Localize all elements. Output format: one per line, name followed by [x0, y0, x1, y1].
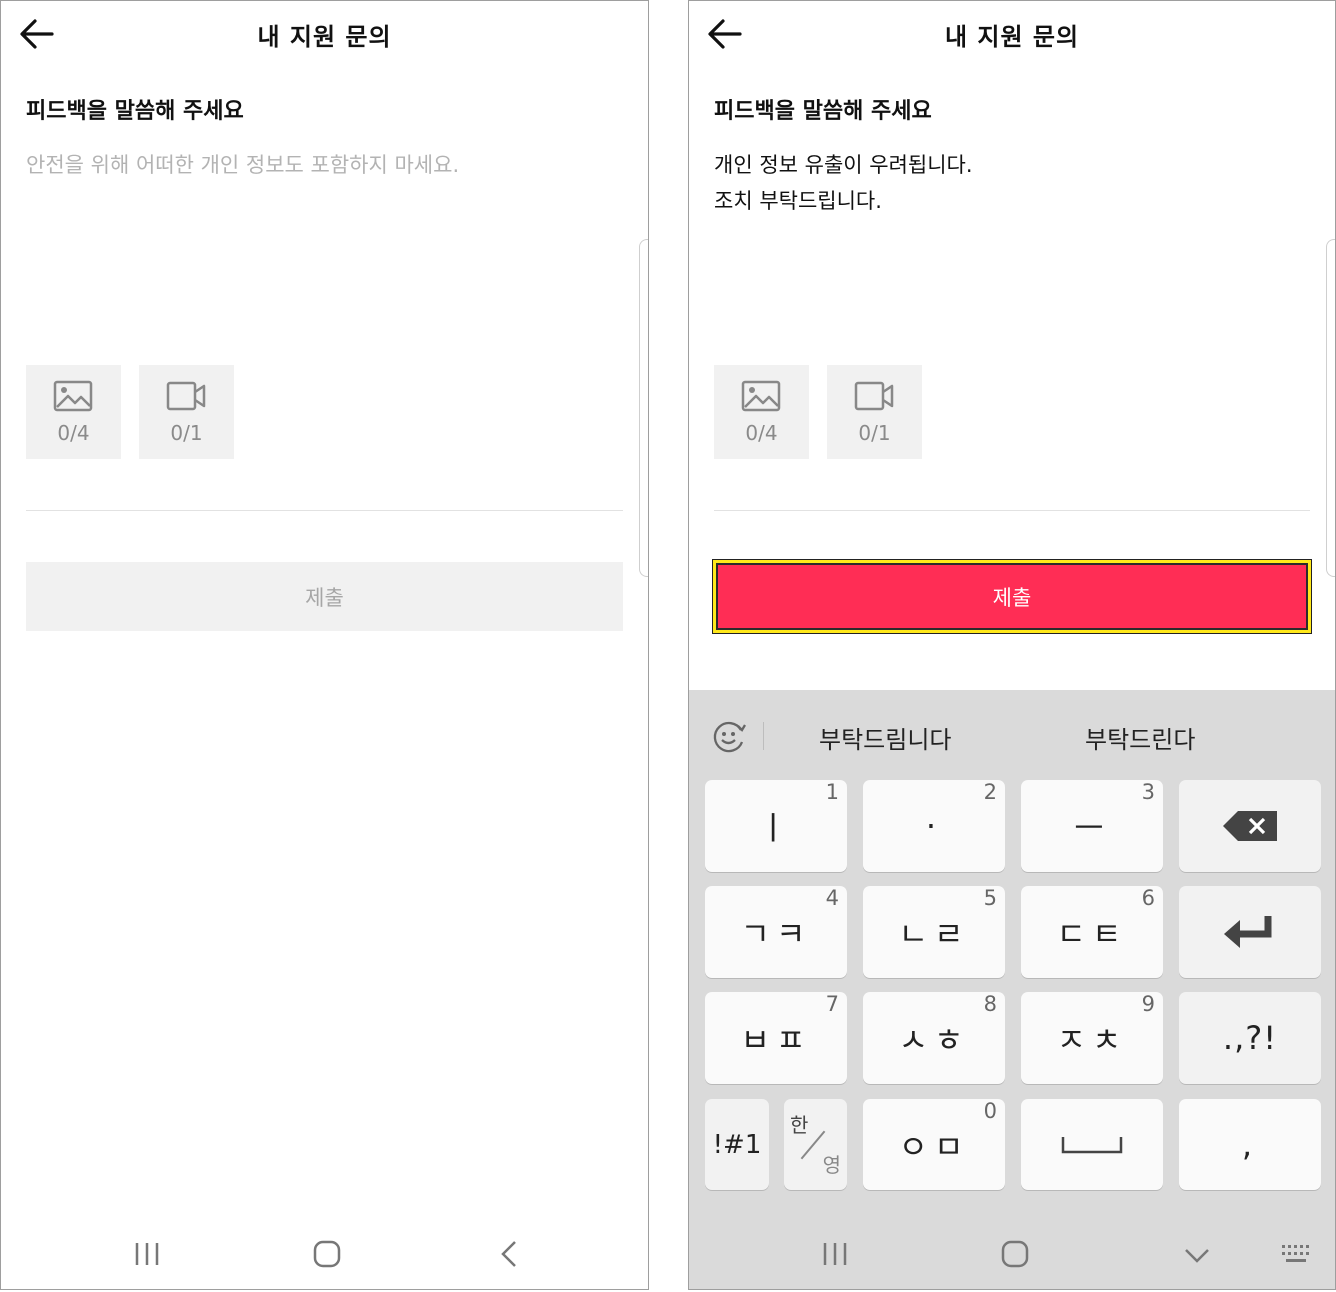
key-number: 6	[1141, 886, 1155, 910]
back-nav-icon[interactable]	[497, 1239, 521, 1269]
key-9[interactable]: 9 ㅈㅊ	[1021, 992, 1163, 1084]
backspace-icon	[1223, 811, 1277, 841]
key-label: ㅇㅁ	[898, 1127, 970, 1166]
image-icon	[741, 380, 781, 412]
divider	[714, 510, 1310, 511]
page-title: 내 지원 문의	[257, 23, 392, 51]
key-number: 0	[983, 1099, 997, 1123]
feedback-section-label: 피드백을 말씀해 주세요	[26, 99, 244, 124]
add-image-button[interactable]: 0/4	[714, 365, 809, 459]
key-label: ㅂㅍ	[740, 1021, 812, 1059]
video-count: 0/1	[170, 421, 203, 445]
submit-highlight: 제출	[712, 559, 1312, 634]
add-image-button[interactable]: 0/4	[26, 365, 121, 459]
key-label: ·	[925, 807, 943, 845]
enter-key[interactable]	[1179, 886, 1321, 978]
symbols-key[interactable]: !#1	[705, 1099, 769, 1190]
key-label: ㅣ	[758, 809, 794, 847]
key-3[interactable]: 3 ㅡ	[1021, 780, 1163, 872]
image-count: 0/4	[57, 421, 90, 445]
edge-panel-handle[interactable]	[639, 239, 648, 577]
home-icon[interactable]	[312, 1239, 342, 1269]
space-key[interactable]	[1021, 1099, 1163, 1190]
key-label: ㄴㄹ	[898, 915, 970, 953]
key-1[interactable]: 1 ㅣ	[705, 780, 847, 872]
key-number: 4	[825, 886, 839, 910]
image-icon	[53, 380, 93, 412]
system-nav-bar	[689, 1221, 1335, 1289]
key-label: ㄱㅋ	[740, 915, 812, 953]
key-number: 9	[1141, 992, 1155, 1016]
key-label: !#1	[712, 1129, 762, 1160]
feedback-input[interactable]: 개인 정보 유출이 우려됩니다. 조치 부탁드립니다.	[714, 147, 1310, 219]
feedback-section-label: 피드백을 말씀해 주세요	[714, 99, 932, 124]
lang-english-label: 영	[822, 1153, 841, 1177]
feedback-input[interactable]: 안전을 위해 어떠한 개인 정보도 포함하지 마세요.	[26, 147, 623, 183]
language-toggle: 한 영	[784, 1099, 847, 1190]
keyboard-grid-icon[interactable]	[1281, 1243, 1313, 1267]
key-label: ㅡ	[1074, 809, 1110, 847]
key-4[interactable]: 4 ㄱㅋ	[705, 886, 847, 978]
system-nav-bar	[1, 1221, 648, 1289]
key-label: ㄷㅌ	[1056, 915, 1128, 953]
feedback-text-line: 조치 부탁드립니다.	[714, 189, 882, 213]
key-number: 1	[825, 780, 839, 804]
submit-button[interactable]: 제출	[716, 563, 1308, 630]
backspace-key[interactable]	[1179, 780, 1321, 872]
recent-apps-icon[interactable]	[821, 1239, 849, 1269]
phone-screen-right: 내 지원 문의 피드백을 말씀해 주세요 개인 정보 유출이 우려됩니다. 조치…	[688, 0, 1336, 1290]
key-number: 7	[825, 992, 839, 1016]
language-toggle-key[interactable]: 한 영	[784, 1099, 847, 1190]
enter-icon	[1224, 916, 1272, 948]
key-number: 3	[1141, 780, 1155, 804]
app-header: 내 지원 문의	[1, 1, 648, 67]
add-video-button[interactable]: 0/1	[139, 365, 234, 459]
key-0[interactable]: 0 ㅇㅁ	[863, 1099, 1005, 1190]
suggestion-item[interactable]: 부탁드린다	[1085, 720, 1195, 755]
divider	[26, 510, 623, 511]
app-header: 내 지원 문의	[689, 1, 1335, 67]
key-2[interactable]: 2 ·	[863, 780, 1005, 872]
phone-screen-left: 내 지원 문의 피드백을 말씀해 주세요 안전을 위해 어떠한 개인 정보도 포…	[0, 0, 649, 1290]
lang-korean-label: 한	[790, 1113, 809, 1137]
recent-apps-icon[interactable]	[133, 1239, 161, 1269]
key-7[interactable]: 7 ㅂㅍ	[705, 992, 847, 1084]
punctuation-key[interactable]: .,?!	[1179, 992, 1321, 1084]
key-number: 2	[983, 780, 997, 804]
video-icon	[854, 381, 894, 411]
emoji-icon[interactable]	[711, 720, 747, 754]
keyboard-hide-icon[interactable]	[1183, 1247, 1211, 1265]
home-icon[interactable]	[1000, 1239, 1030, 1269]
feedback-placeholder: 안전을 위해 어떠한 개인 정보도 포함하지 마세요.	[26, 153, 460, 177]
suggestion-item[interactable]: 부탁드림니다	[819, 720, 951, 755]
key-8[interactable]: 8 ㅅㅎ	[863, 992, 1005, 1084]
key-6[interactable]: 6 ㄷㅌ	[1021, 886, 1163, 978]
page-title: 내 지원 문의	[944, 23, 1080, 51]
key-label: ㅈㅊ	[1056, 1021, 1128, 1059]
edge-panel-handle[interactable]	[1326, 239, 1335, 577]
suggestion-bar: 부탁드림니다 부탁드린다	[689, 690, 1335, 780]
feedback-text-line: 개인 정보 유출이 우려됩니다.	[714, 153, 973, 177]
add-video-button[interactable]: 0/1	[827, 365, 922, 459]
suggestion-separator	[763, 722, 764, 750]
image-count: 0/4	[745, 421, 778, 445]
key-label: ㅅㅎ	[898, 1021, 970, 1059]
space-icon	[1061, 1136, 1123, 1153]
key-5[interactable]: 5 ㄴㄹ	[863, 886, 1005, 978]
video-icon	[166, 381, 206, 411]
keyboard: 부탁드림니다 부탁드린다 1 ㅣ 2 · 3 ㅡ 4 ㄱㅋ 5 ㄴㄹ 6 ㄷㅌ …	[689, 690, 1335, 1289]
key-number: 5	[983, 886, 997, 910]
comma-key[interactable]: ,	[1179, 1099, 1321, 1190]
submit-button-disabled[interactable]: 제출	[26, 562, 623, 631]
key-label: .,?!	[1222, 1019, 1278, 1057]
key-label: ,	[1241, 1125, 1259, 1164]
video-count: 0/1	[858, 421, 891, 445]
key-number: 8	[983, 992, 997, 1016]
